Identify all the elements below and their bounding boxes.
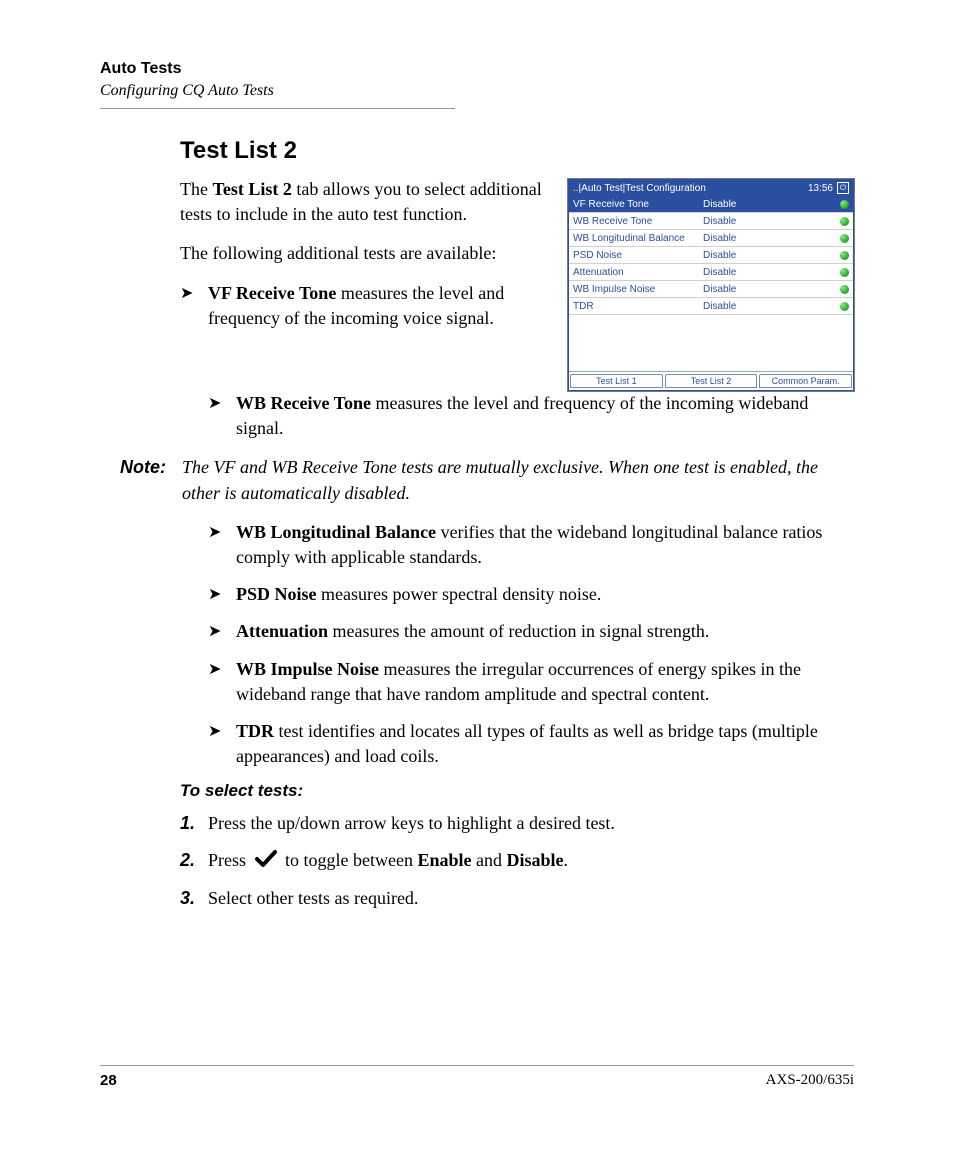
screenshot-tabs: Test List 1Test List 2Common Param. xyxy=(569,371,853,390)
list-item: WB Longitudinal Balance verifies that th… xyxy=(208,520,854,570)
status-dot-icon xyxy=(840,251,849,260)
list-item: VF Receive Tone measures the level and f… xyxy=(180,281,550,331)
clock: 13:56 xyxy=(808,183,833,194)
section-title: Test List 2 xyxy=(180,137,854,165)
status-dot-icon xyxy=(840,302,849,311)
bullet-list-mid: WB Receive Tone measures the level and f… xyxy=(208,391,854,441)
page-number: 28 xyxy=(100,1072,117,1089)
breadcrumb: ..|Auto Test|Test Configuration xyxy=(573,183,706,194)
list-item: PSD Noise measures power spectral densit… xyxy=(208,582,854,607)
device-screenshot: ..|Auto Test|Test Configuration 13:56 ⏻ … xyxy=(568,179,854,391)
step-item: 3. Select other tests as required. xyxy=(180,884,854,913)
procedure-heading: To select tests: xyxy=(180,781,854,801)
status-dot-icon xyxy=(840,268,849,277)
screenshot-titlebar: ..|Auto Test|Test Configuration 13:56 ⏻ xyxy=(569,180,853,196)
table-row: VF Receive ToneDisable xyxy=(569,196,853,213)
header-title: Auto Tests xyxy=(100,60,455,78)
doc-id: AXS-200/635i xyxy=(766,1072,854,1089)
status-dot-icon xyxy=(840,200,849,209)
screenshot-tab: Test List 2 xyxy=(665,374,758,388)
bullet-list-top: VF Receive Tone measures the level and f… xyxy=(180,281,550,331)
main-content: Test List 2 The Test List 2 tab allows y… xyxy=(180,137,854,441)
note-block: Note: The VF and WB Receive Tone tests a… xyxy=(120,455,854,505)
table-row: WB Impulse NoiseDisable xyxy=(569,281,853,298)
table-row: AttenuationDisable xyxy=(569,264,853,281)
status-dot-icon xyxy=(840,234,849,243)
table-row: WB Longitudinal BalanceDisable xyxy=(569,230,853,247)
list-item: TDR test identifies and locates all type… xyxy=(208,719,854,769)
procedure-steps: 1. Press the up/down arrow keys to highl… xyxy=(180,809,854,913)
checkmark-icon xyxy=(255,848,277,877)
intro-paragraph-2: The following additional tests are avail… xyxy=(180,241,550,266)
power-icon: ⏻ xyxy=(837,182,849,194)
list-item: Attenuation measures the amount of reduc… xyxy=(208,619,854,644)
list-item: WB Receive Tone measures the level and f… xyxy=(208,391,854,441)
step-item: 1. Press the up/down arrow keys to highl… xyxy=(180,809,854,838)
header-subtitle: Configuring CQ Auto Tests xyxy=(100,82,455,100)
note-label: Note: xyxy=(120,455,182,505)
note-text: The VF and WB Receive Tone tests are mut… xyxy=(182,455,854,505)
screenshot-tab: Test List 1 xyxy=(570,374,663,388)
table-row: TDRDisable xyxy=(569,298,853,315)
screenshot-tab: Common Param. xyxy=(759,374,852,388)
page-header: Auto Tests Configuring CQ Auto Tests xyxy=(100,60,455,109)
status-dot-icon xyxy=(840,217,849,226)
list-item: WB Impulse Noise measures the irregular … xyxy=(208,657,854,707)
page-footer: 28 AXS-200/635i xyxy=(100,1065,854,1089)
table-row: WB Receive ToneDisable xyxy=(569,213,853,230)
bullet-list-bottom: WB Longitudinal Balance verifies that th… xyxy=(208,520,854,770)
intro-paragraph-1: The Test List 2 tab allows you to select… xyxy=(180,177,550,227)
table-row: PSD NoiseDisable xyxy=(569,247,853,264)
step-item: 2. Press to toggle between Enable and Di… xyxy=(180,846,854,876)
status-dot-icon xyxy=(840,285,849,294)
